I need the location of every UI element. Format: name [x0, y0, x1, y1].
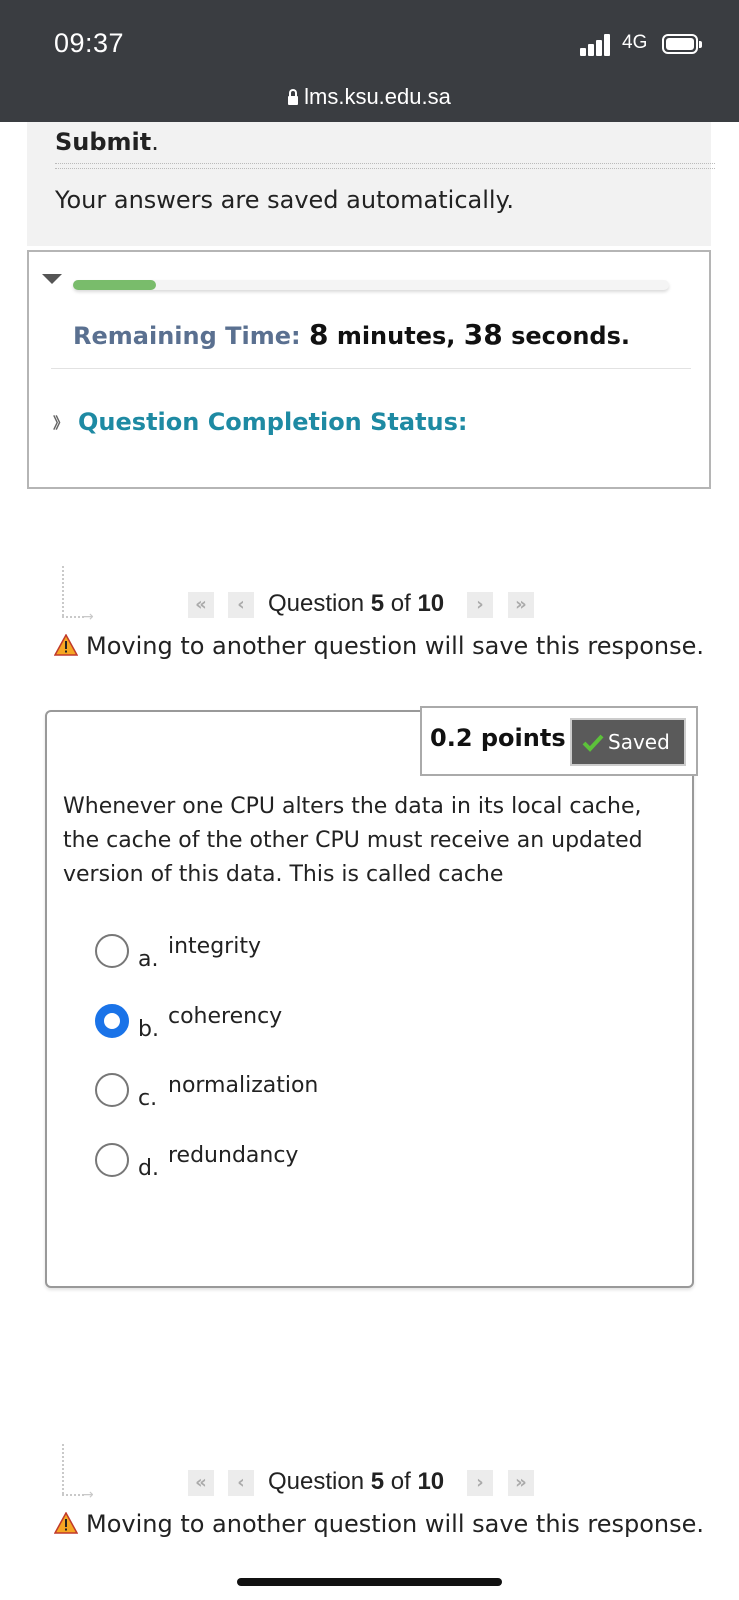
instructions-panel: Submit. Your answers are saved automatic…	[27, 122, 715, 246]
question-points: 0.2 points	[430, 724, 566, 752]
url-text: lms.ksu.edu.sa	[304, 84, 451, 109]
option-letter: a.	[138, 947, 159, 972]
double-chevron-right-icon: »	[515, 1472, 527, 1493]
double-chevron-right-icon: »	[515, 594, 527, 615]
option-text[interactable]: coherency	[168, 1004, 282, 1029]
first-question-button[interactable]: «	[188, 1470, 214, 1496]
home-indicator[interactable]	[237, 1578, 502, 1586]
option-letter: c.	[138, 1086, 158, 1111]
network-type: 4G	[622, 32, 648, 53]
first-question-button[interactable]: «	[188, 592, 214, 618]
points-header: 0.2 points Saved	[420, 706, 698, 776]
instructions-submit-text: Submit.	[55, 128, 159, 156]
double-chevron-left-icon: «	[195, 1472, 207, 1493]
last-question-button[interactable]: »	[508, 592, 534, 618]
chevron-left-icon: ‹	[237, 1472, 245, 1493]
option-text[interactable]: integrity	[168, 934, 261, 959]
next-question-button[interactable]: ›	[467, 1470, 493, 1496]
double-chevron-down-icon: 》	[53, 414, 69, 432]
chevron-right-icon: ›	[476, 1472, 484, 1493]
connector-arrow: →	[62, 566, 94, 628]
save-warning: Moving to another question will save thi…	[54, 1510, 704, 1538]
option-letter: d.	[138, 1156, 159, 1181]
autosave-notice: Your answers are saved automatically.	[55, 186, 514, 214]
option-text[interactable]: normalization	[168, 1073, 318, 1098]
dotted-divider	[55, 163, 715, 164]
saved-status-badge: Saved	[570, 718, 686, 766]
double-chevron-left-icon: «	[195, 594, 207, 615]
save-warning: Moving to another question will save thi…	[54, 632, 704, 660]
radio-button[interactable]	[95, 1073, 129, 1107]
signal-bars-icon	[580, 34, 618, 56]
radio-button[interactable]	[95, 1143, 129, 1177]
question-counter: Question 5 of 10	[268, 590, 445, 617]
checkmark-icon	[582, 734, 604, 752]
timer-panel: Remaining Time: 8 minutes, 38 seconds. 》…	[27, 250, 711, 489]
status-time: 09:37	[54, 28, 125, 58]
previous-question-button[interactable]: ‹	[228, 592, 254, 618]
warning-icon	[54, 1512, 78, 1534]
time-progress-fill	[73, 280, 157, 290]
question-counter: Question 5 of 10	[268, 1468, 445, 1495]
chevron-right-icon: ›	[476, 594, 484, 615]
radio-button-selected[interactable]	[95, 1004, 129, 1038]
previous-question-button[interactable]: ‹	[228, 1470, 254, 1496]
next-question-button[interactable]: ›	[467, 592, 493, 618]
question-completion-status-toggle[interactable]: 》 Question Completion Status:	[53, 408, 468, 436]
option-letter: b.	[138, 1017, 159, 1042]
address-bar[interactable]: lms.ksu.edu.sa	[0, 84, 739, 110]
remaining-time: Remaining Time: 8 minutes, 38 seconds.	[73, 318, 631, 351]
warning-icon	[54, 634, 78, 656]
question-text: Whenever one CPU alters the data in its …	[63, 794, 643, 887]
chevron-left-icon: ‹	[237, 594, 245, 615]
divider	[51, 368, 691, 369]
lock-icon	[288, 89, 299, 105]
status-bar: 09:37 4G lms.ksu.edu.sa	[0, 0, 739, 122]
battery-icon	[662, 34, 702, 54]
radio-button[interactable]	[95, 934, 129, 968]
connector-arrow: →	[62, 1444, 94, 1506]
triangle-down-icon[interactable]	[42, 274, 62, 284]
time-progress-bar	[73, 280, 669, 290]
dotted-divider	[55, 168, 715, 169]
last-question-button[interactable]: »	[508, 1470, 534, 1496]
option-text[interactable]: redundancy	[168, 1143, 298, 1168]
